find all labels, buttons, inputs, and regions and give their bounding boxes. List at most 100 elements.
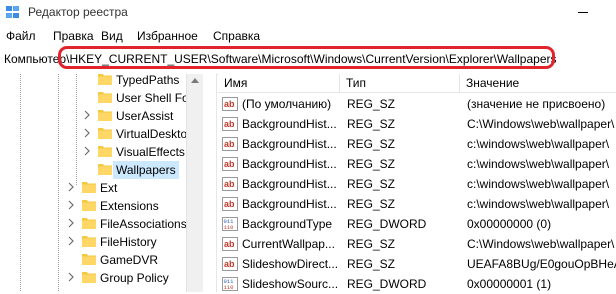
tree-item-label: Extensions bbox=[100, 199, 159, 213]
value-data: C:\Windows\web\wallpaper\ bbox=[467, 237, 615, 251]
value-data: c:\windows\web\wallpaper\ bbox=[467, 157, 610, 171]
binary-value-icon: 011110 bbox=[222, 277, 238, 291]
window-title: Редактор реестра bbox=[28, 5, 128, 19]
tree-item-label: TypedPaths bbox=[116, 73, 180, 87]
string-value-icon: ab bbox=[222, 257, 238, 271]
value-data: 0x00000001 (1) bbox=[467, 277, 552, 291]
tree-item-label: VisualEffects bbox=[116, 145, 185, 159]
tree-item-label: UserAssist bbox=[116, 109, 174, 123]
folder-icon bbox=[82, 236, 96, 247]
value-row[interactable]: ab BackgroundHist... REG_SZ C:\Windows\web\… bbox=[218, 114, 616, 134]
string-value-icon: ab bbox=[222, 157, 238, 171]
string-value-icon: ab bbox=[222, 237, 238, 251]
tree-item-label: FileHistory bbox=[100, 235, 157, 249]
tree-item-label: FileAssociations bbox=[100, 217, 187, 231]
value-data: c:\windows\web\wallpaper\ bbox=[467, 197, 610, 211]
chevron-right-icon[interactable] bbox=[66, 272, 76, 282]
tree-item-label: GameDVR bbox=[100, 253, 159, 267]
value-name: BackgroundHist... bbox=[242, 177, 337, 191]
value-type: REG_SZ bbox=[347, 197, 396, 211]
value-row[interactable]: 011 110 SlideshowSourc... REG_DWORD 0x000000… bbox=[218, 274, 616, 294]
value-type: REG_SZ bbox=[347, 157, 396, 171]
value-data: (значение не присвоено) bbox=[467, 97, 606, 111]
svg-text:ab: ab bbox=[224, 99, 235, 109]
menu-bar: Файл Правка Вид Избранное Справка bbox=[0, 26, 616, 44]
value-row[interactable]: ab SlideshowDirect... REG_SZ UEAFA8BUg/E0go… bbox=[218, 254, 616, 274]
value-name: CurrentWallpap... bbox=[242, 237, 335, 251]
chevron-right-icon[interactable] bbox=[66, 236, 76, 246]
column-header-data[interactable]: Значение bbox=[460, 74, 616, 93]
chevron-right-icon[interactable] bbox=[82, 128, 92, 138]
svg-text:ab: ab bbox=[224, 179, 235, 189]
folder-icon bbox=[82, 218, 96, 229]
title-bar: Редактор реестра bbox=[0, 0, 616, 26]
chevron-right-icon[interactable] bbox=[82, 110, 92, 120]
folder-icon bbox=[98, 74, 112, 85]
value-row[interactable]: ab (По умолчанию) REG_SZ (значение не присв… bbox=[218, 94, 616, 114]
value-type: REG_SZ bbox=[347, 117, 396, 131]
folder-icon bbox=[98, 128, 112, 139]
folder-icon bbox=[82, 254, 96, 265]
value-data: C:\Windows\web\wallpaper\ bbox=[467, 117, 615, 131]
column-header-type[interactable]: Тип bbox=[340, 74, 460, 93]
svg-text:ab: ab bbox=[224, 239, 235, 249]
folder-icon bbox=[98, 146, 112, 157]
value-data: 0x00000000 (0) bbox=[467, 217, 552, 231]
value-name: (По умолчанию) bbox=[242, 97, 332, 111]
values-list[interactable]: Имя Тип Значение ab (По умолчанию) REG_SZ (… bbox=[218, 74, 616, 292]
value-name: BackgroundHist... bbox=[242, 197, 337, 211]
value-row[interactable]: ab CurrentWallpap... REG_SZ C:\Windows\web\… bbox=[218, 234, 616, 254]
tree-item-label: Ext bbox=[100, 181, 118, 195]
folder-icon bbox=[82, 272, 96, 283]
value-type: REG_SZ bbox=[347, 177, 396, 191]
tree-item-label: Group Policy bbox=[100, 271, 169, 285]
value-name: BackgroundHist... bbox=[242, 157, 337, 171]
svg-text:110: 110 bbox=[224, 224, 234, 231]
scroll-up-icon[interactable] bbox=[191, 78, 199, 83]
folder-icon bbox=[98, 110, 112, 121]
value-row[interactable]: ab BackgroundHist... REG_SZ c:\windows\web\… bbox=[218, 134, 616, 154]
chevron-right-icon[interactable] bbox=[66, 218, 76, 228]
value-data: c:\windows\web\wallpaper\ bbox=[467, 137, 610, 151]
svg-text:ab: ab bbox=[224, 119, 235, 129]
menu-help[interactable]: Справка bbox=[213, 29, 260, 43]
svg-text:110: 110 bbox=[224, 284, 234, 291]
key-tree[interactable]: TypedPaths User Shell Folde UserAssist Virt… bbox=[0, 73, 205, 292]
string-value-icon: ab bbox=[222, 137, 238, 151]
svg-text:ab: ab bbox=[224, 159, 235, 169]
value-type: REG_SZ bbox=[347, 137, 396, 151]
chevron-right-icon[interactable] bbox=[66, 182, 76, 192]
tree-scrollbar[interactable] bbox=[186, 74, 203, 292]
chevron-right-icon[interactable] bbox=[82, 146, 92, 156]
column-header-name[interactable]: Имя bbox=[218, 74, 340, 93]
value-name: SlideshowDirect... bbox=[242, 257, 339, 271]
menu-file[interactable]: Файл bbox=[6, 29, 36, 43]
value-data: UEAFA8BUg/E0gouOpBHeA bbox=[467, 257, 616, 271]
value-type: REG_DWORD bbox=[347, 277, 427, 291]
value-row[interactable]: ab BackgroundHist... REG_SZ c:\windows\web\… bbox=[218, 154, 616, 174]
menu-favorites[interactable]: Избранное bbox=[137, 29, 198, 43]
value-type: REG_SZ bbox=[347, 237, 396, 251]
value-row[interactable]: ab BackgroundHist... REG_SZ c:\windows\web\… bbox=[218, 174, 616, 194]
string-value-icon: ab bbox=[222, 97, 238, 111]
menu-view[interactable]: Вид bbox=[101, 29, 123, 43]
value-row[interactable]: ab BackgroundHist... REG_SZ c:\windows\web\… bbox=[218, 194, 616, 214]
string-value-icon: ab bbox=[222, 197, 238, 211]
pane-splitter[interactable] bbox=[203, 74, 217, 292]
minimize-button[interactable] bbox=[560, 0, 606, 26]
menu-edit[interactable]: Правка bbox=[53, 29, 94, 43]
svg-text:ab: ab bbox=[224, 139, 235, 149]
folder-icon bbox=[98, 164, 112, 175]
string-value-icon: ab bbox=[222, 117, 238, 131]
svg-text:ab: ab bbox=[224, 259, 235, 269]
registry-editor-icon bbox=[6, 6, 19, 18]
chevron-right-icon[interactable] bbox=[66, 200, 76, 210]
string-value-icon: ab bbox=[222, 177, 238, 191]
folder-icon bbox=[98, 92, 112, 103]
address-path[interactable]: Компьютер\HKEY_CURRENT_USER\Software\Mic… bbox=[4, 52, 557, 66]
value-name: BackgroundType bbox=[242, 217, 333, 231]
value-name: SlideshowSourc... bbox=[242, 277, 339, 291]
address-bar[interactable]: Компьютер\HKEY_CURRENT_USER\Software\Mic… bbox=[0, 44, 616, 75]
value-type: REG_SZ bbox=[347, 257, 396, 271]
value-row[interactable]: 011 110 BackgroundType REG_DWORD 0x00000000 … bbox=[218, 214, 616, 234]
